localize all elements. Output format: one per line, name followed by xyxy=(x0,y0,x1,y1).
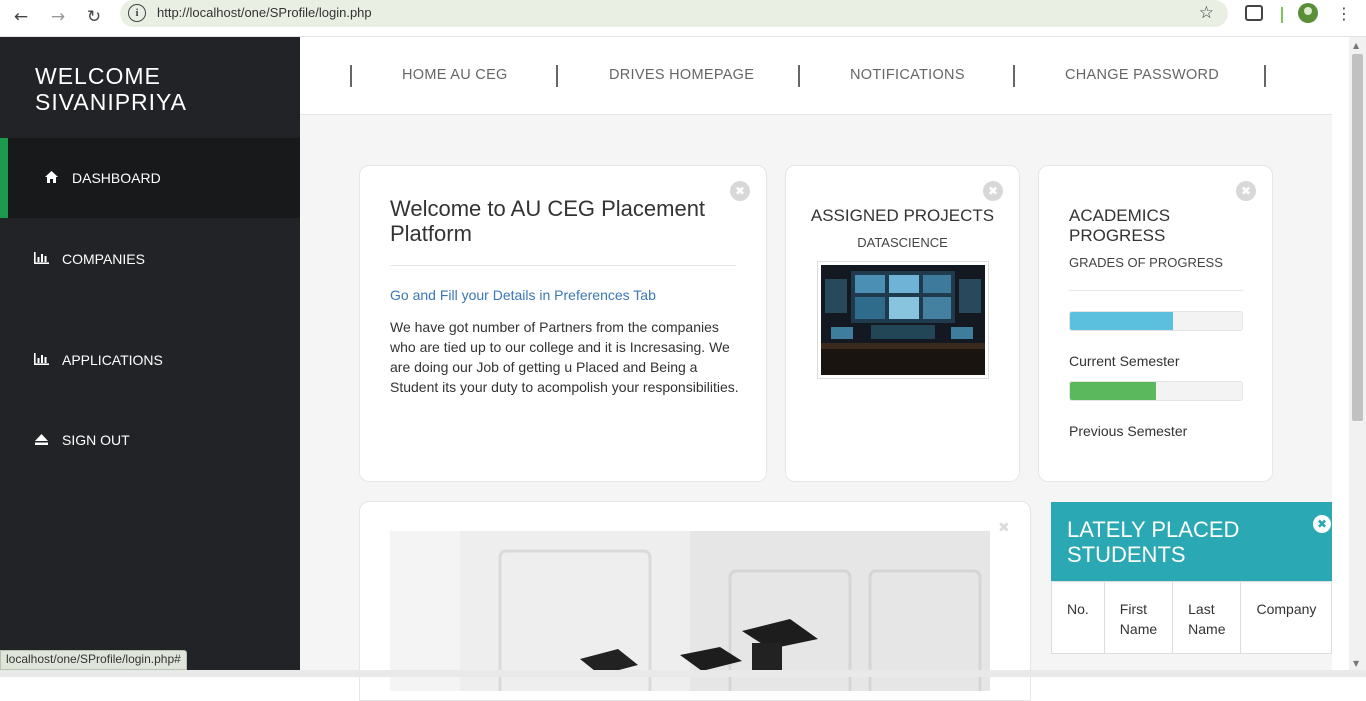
progress-fill xyxy=(1070,312,1174,330)
academics-progress-card: ✖ ACADEMICS PROGRESS GRADES OF PROGRESS … xyxy=(1038,165,1273,482)
bar-chart-icon xyxy=(30,251,52,267)
scrollbar-thumb[interactable] xyxy=(1352,54,1363,421)
sidebar-item-label: DASHBOARD xyxy=(72,170,161,186)
lately-placed-header: LATELY PLACED STUDENTS xyxy=(1051,502,1332,581)
sidebar-item-sign-out[interactable]: SIGN OUT xyxy=(0,400,300,480)
welcome-card: ✖ Welcome to AU CEG Placement Platform G… xyxy=(359,165,767,482)
status-bar-url: localhost/one/SProfile/login.php# xyxy=(0,650,187,670)
browser-menu-icon[interactable]: ⋮ xyxy=(1336,4,1352,24)
close-icon[interactable]: ✖ xyxy=(1236,181,1256,201)
sidebar-item-dashboard[interactable]: DASHBOARD xyxy=(0,138,300,218)
forward-arrow-icon[interactable]: → xyxy=(45,4,71,30)
sidebar-item-label: SIGN OUT xyxy=(62,432,130,448)
vertical-scrollbar[interactable]: ▲ ▼ xyxy=(1349,37,1366,670)
column-header: First Name xyxy=(1103,581,1174,654)
sidebar-item-label: COMPANIES xyxy=(62,251,145,267)
academics-progress-title: ACADEMICS PROGRESS xyxy=(1069,206,1171,245)
lately-placed-title: LATELY PLACED STUDENTS xyxy=(1067,517,1240,567)
nav-link-drives[interactable]: DRIVES HOMEPAGE xyxy=(609,67,754,83)
preferences-link[interactable]: Go and Fill your Details in Preferences … xyxy=(390,287,656,303)
nav-link-change-password[interactable]: CHANGE PASSWORD xyxy=(1065,67,1219,83)
close-icon[interactable]: ✖ xyxy=(1313,515,1331,533)
nav-divider xyxy=(1264,65,1266,87)
assigned-projects-title: ASSIGNED PROJECTS xyxy=(810,206,995,225)
nav-divider xyxy=(556,65,558,87)
eject-icon xyxy=(30,433,52,448)
sidebar-item-companies[interactable]: COMPANIES xyxy=(0,219,300,299)
toolbar-separator xyxy=(1281,7,1283,23)
table-header-row: No. First Name Last Name Company xyxy=(1051,581,1333,654)
assigned-projects-card: ✖ ASSIGNED PROJECTS DATASCIENCE xyxy=(785,165,1020,482)
sidebar-item-label: APPLICATIONS xyxy=(62,352,163,368)
divider xyxy=(390,265,736,266)
current-semester-progress xyxy=(1069,311,1243,331)
close-icon[interactable]: ✖ xyxy=(983,181,1003,201)
divider xyxy=(1069,290,1243,291)
bar-chart-icon xyxy=(30,352,52,368)
user-name: SIVANIPRIYA xyxy=(35,89,188,115)
column-header: Last Name xyxy=(1172,581,1242,654)
top-navigation: HOME AU CEG DRIVES HOMEPAGE NOTIFICATION… xyxy=(300,37,1332,115)
welcome-heading: WELCOME SIVANIPRIYA xyxy=(35,63,187,115)
bookmark-star-icon[interactable]: ☆ xyxy=(1199,3,1214,23)
close-icon[interactable]: ✖ xyxy=(998,520,1010,536)
back-arrow-icon[interactable]: ← xyxy=(8,4,34,30)
browser-toolbar: ← → ↻ i http://localhost/one/SProfile/lo… xyxy=(0,0,1366,37)
welcome-card-body: We have got number of Partners from the … xyxy=(390,319,739,395)
progress-label: Previous Semester xyxy=(1069,423,1188,439)
extensions-icon[interactable] xyxy=(1245,5,1263,21)
project-name: DATASCIENCE xyxy=(857,235,948,250)
nav-divider xyxy=(350,65,352,87)
address-url[interactable]: http://localhost/one/SProfile/login.php xyxy=(157,5,372,20)
nav-divider xyxy=(1013,65,1015,87)
nav-link-notifications[interactable]: NOTIFICATIONS xyxy=(850,67,965,83)
progress-label: Current Semester xyxy=(1069,353,1180,369)
previous-semester-progress xyxy=(1069,381,1243,401)
sidebar-item-applications[interactable]: APPLICATIONS xyxy=(0,320,300,400)
welcome-label: WELCOME xyxy=(35,63,161,89)
lately-placed-table: No. First Name Last Name Company xyxy=(1051,581,1333,654)
scroll-up-arrow-icon[interactable]: ▲ xyxy=(1353,41,1359,50)
project-image xyxy=(817,261,989,379)
horizontal-scrollbar[interactable] xyxy=(0,670,1366,677)
nav-divider xyxy=(798,65,800,87)
address-bar[interactable]: i http://localhost/one/SProfile/login.ph… xyxy=(120,0,1228,27)
profile-avatar-icon[interactable] xyxy=(1298,3,1318,23)
graduation-image xyxy=(390,531,990,691)
column-header: No. xyxy=(1051,581,1105,654)
column-header: Company xyxy=(1240,581,1333,654)
welcome-card-title: Welcome to AU CEG Placement Platform xyxy=(390,196,706,246)
reload-icon[interactable]: ↻ xyxy=(81,4,107,30)
close-icon[interactable]: ✖ xyxy=(730,181,750,201)
scroll-down-arrow-icon[interactable]: ▼ xyxy=(1353,659,1359,668)
progress-fill xyxy=(1070,382,1156,400)
nav-link-home[interactable]: HOME AU CEG xyxy=(402,67,508,83)
site-info-icon[interactable]: i xyxy=(128,4,146,22)
main-content: ✖ Welcome to AU CEG Placement Platform G… xyxy=(300,115,1333,701)
grades-subtitle: GRADES OF PROGRESS xyxy=(1069,255,1223,270)
sidebar: WELCOME SIVANIPRIYA DASHBOARD COMPANIES … xyxy=(0,37,300,677)
home-icon xyxy=(40,170,62,186)
